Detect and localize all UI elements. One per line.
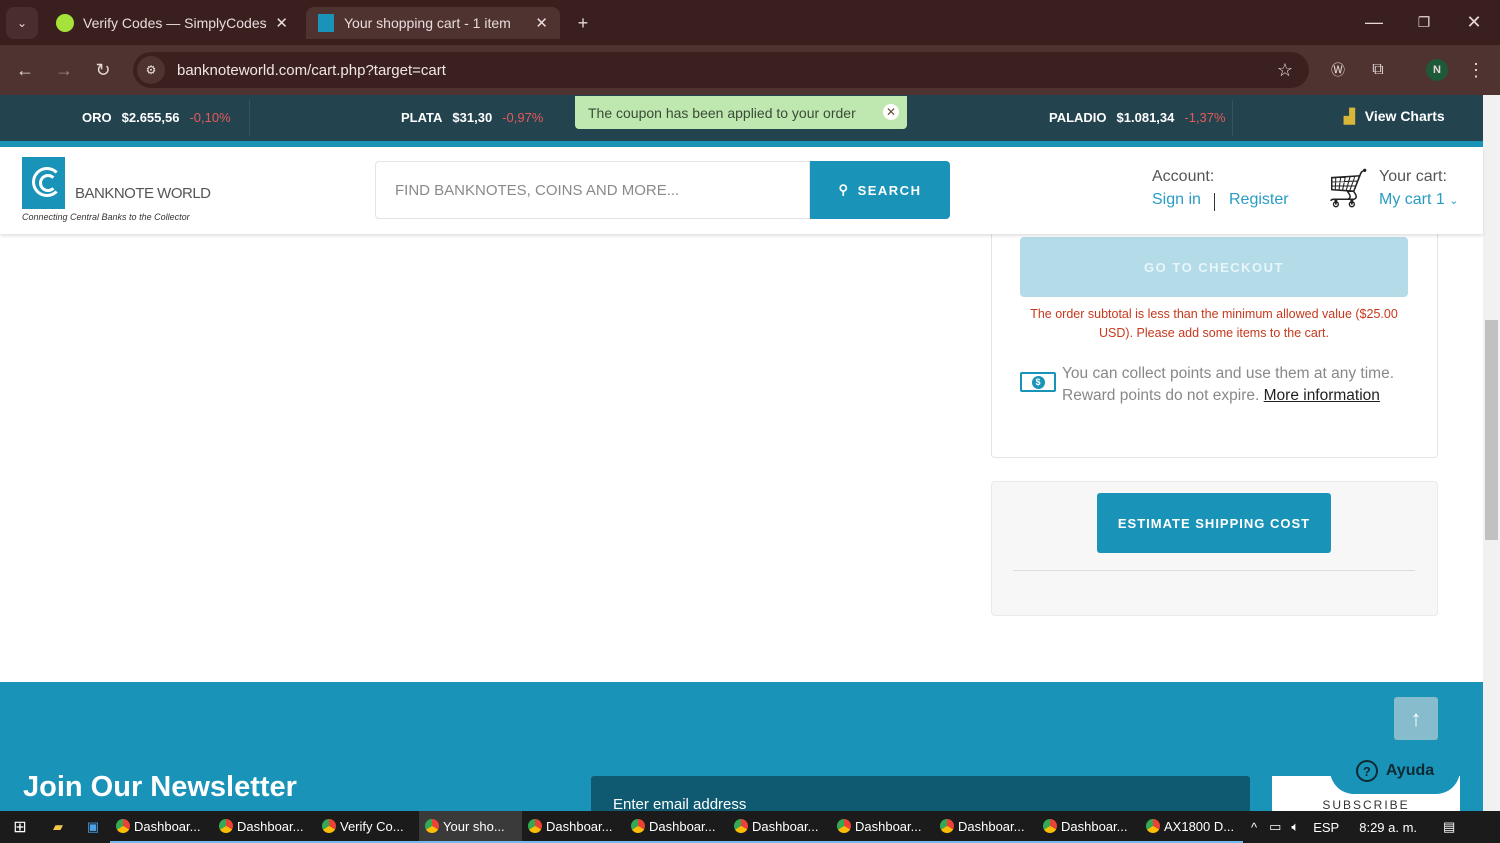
ticker-item-paladio: PALADIO $1.081,34 -1,37% (1049, 110, 1226, 125)
minimize-icon[interactable]: — (1360, 8, 1388, 36)
close-toast-icon[interactable]: ✕ (883, 104, 899, 120)
chrome-icon (425, 819, 439, 833)
logo-mark-icon (22, 157, 65, 209)
volume-icon[interactable]: 🔈︎ (1291, 819, 1299, 835)
chrome-icon (1146, 819, 1160, 833)
taskbar-item[interactable]: Dashboar... (728, 811, 831, 843)
cart-label: Your cart: (1379, 168, 1447, 185)
help-button[interactable]: ? Ayuda (1330, 748, 1460, 794)
site-info-icon[interactable]: ⚙ (137, 56, 165, 84)
banknote-world-logo[interactable]: BANKNOTE WORLD Connecting Central Banks … (22, 157, 211, 227)
file-explorer-icon[interactable]: ▰ (40, 819, 76, 835)
taskbar-item[interactable]: AX1800 D... (1140, 811, 1243, 843)
menu-kebab-icon[interactable]: ⋮ (1466, 58, 1486, 82)
account-label: Account: (1152, 168, 1215, 185)
divider (1013, 570, 1415, 571)
tab-search-button[interactable]: ⌄ (6, 7, 38, 39)
simplycodes-favicon-icon (56, 14, 74, 32)
notifications-icon[interactable]: ▤ (1443, 819, 1455, 835)
register-link[interactable]: Register (1229, 191, 1289, 209)
search-icon: ⚲ (838, 182, 850, 197)
chart-icon: ▟ (1344, 108, 1355, 124)
newsletter-heading: Join Our Newsletter (23, 771, 297, 803)
estimate-shipping-button[interactable]: ESTIMATE SHIPPING COST (1097, 493, 1331, 553)
tab-title: Verify Codes — SimplyCodes (83, 15, 267, 31)
email-input[interactable]: Enter email address (591, 776, 1250, 816)
chrome-icon (116, 819, 130, 833)
forward-icon[interactable]: → (51, 57, 77, 83)
restore-icon[interactable]: ❐ (1410, 8, 1438, 36)
taskbar-item[interactable]: Dashboar... (625, 811, 728, 843)
chrome-icon (631, 819, 645, 833)
my-cart-dropdown[interactable]: My cart 1 ⌄ (1379, 191, 1458, 209)
reward-points-info: You can collect points and use them at a… (1062, 365, 1395, 404)
chrome-icon (734, 819, 748, 833)
close-tab-icon[interactable]: ✕ (535, 14, 548, 32)
chrome-icon (528, 819, 542, 833)
go-to-checkout-button[interactable]: GO TO CHECKOUT (1020, 237, 1408, 297)
taskbar-item-active[interactable]: Your sho... (419, 811, 522, 843)
url-text: banknoteworld.com/cart.php?target=cart (177, 61, 446, 79)
chevron-down-icon: ⌄ (1449, 195, 1459, 207)
search-input[interactable]: FIND BANKNOTES, COINS AND MORE... (375, 161, 810, 219)
tab-verify-codes[interactable]: Verify Codes — SimplyCodes ✕ (44, 7, 300, 39)
chrome-icon (940, 819, 954, 833)
coupon-toast: The coupon has been applied to your orde… (575, 96, 907, 129)
scroll-to-top-button[interactable]: ↑ (1394, 697, 1438, 740)
address-bar[interactable]: ⚙ banknoteworld.com/cart.php?target=cart… (133, 52, 1309, 88)
taskbar-item[interactable]: Dashboar... (110, 811, 213, 843)
reload-icon[interactable]: ↻ (90, 57, 116, 83)
close-tab-icon[interactable]: ✕ (275, 14, 288, 32)
question-icon: ? (1355, 760, 1378, 782)
minimum-order-error: The order subtotal is less than the mini… (1030, 307, 1398, 340)
view-charts-link[interactable]: ▟ View Charts (1344, 108, 1445, 125)
windows-taskbar: ⊞ ▰ ▣ Dashboar... Dashboar... Verify Co.… (0, 811, 1500, 843)
taskbar-item[interactable]: Dashboar... (522, 811, 625, 843)
taskbar-item[interactable]: Dashboar... (1037, 811, 1140, 843)
language-indicator[interactable]: ESP (1313, 820, 1339, 835)
extension-w-icon[interactable]: Ⓦ (1326, 58, 1350, 82)
network-icon[interactable]: ▭ (1269, 819, 1281, 835)
back-icon[interactable]: ← (12, 57, 38, 83)
ticker-item-oro: ORO $2.655,56 -0,10% (82, 110, 231, 125)
store-icon[interactable]: ▣ (76, 819, 110, 835)
taskbar-item[interactable]: Dashboar... (831, 811, 934, 843)
new-tab-icon[interactable]: + (570, 10, 596, 36)
banknoteworld-favicon-icon (318, 14, 334, 32)
logo-text: BANKNOTE WORLD (75, 185, 211, 202)
tab-shopping-cart[interactable]: Your shopping cart - 1 item ✕ (306, 7, 560, 39)
logo-tagline: Connecting Central Banks to the Collecto… (22, 212, 190, 222)
tray-chevron-icon[interactable]: ^ (1251, 820, 1257, 835)
extensions-puzzle-icon[interactable]: ⧉ (1366, 58, 1390, 82)
sign-in-link[interactable]: Sign in (1152, 191, 1201, 209)
tab-title: Your shopping cart - 1 item (344, 15, 511, 31)
windows-start-icon[interactable]: ⊞ (0, 817, 40, 837)
chrome-icon (837, 819, 851, 833)
chrome-icon (219, 819, 233, 833)
taskbar-item[interactable]: Verify Co... (316, 811, 419, 843)
link-divider (1214, 193, 1215, 211)
chrome-icon (1043, 819, 1057, 833)
chrome-icon (322, 819, 336, 833)
more-information-link[interactable]: More information (1264, 387, 1380, 404)
close-window-icon[interactable]: ✕ (1460, 8, 1488, 36)
ticker-separator (249, 100, 250, 136)
scrollbar-thumb[interactable] (1485, 320, 1498, 540)
ticker-item-plata: PLATA $31,30 -0,97% (401, 110, 544, 125)
taskbar-item[interactable]: Dashboar... (934, 811, 1037, 843)
bookmark-star-icon[interactable]: ☆ (1277, 60, 1293, 81)
clock[interactable]: 8:29 a. m. (1359, 820, 1417, 835)
money-bill-icon: $ (1020, 372, 1056, 392)
ticker-separator (1232, 100, 1233, 136)
search-button[interactable]: ⚲ SEARCH (810, 161, 950, 219)
taskbar-item[interactable]: Dashboar... (213, 811, 316, 843)
profile-avatar[interactable]: N (1426, 59, 1448, 81)
cart-icon[interactable]: 🛒︎ (1324, 165, 1372, 213)
